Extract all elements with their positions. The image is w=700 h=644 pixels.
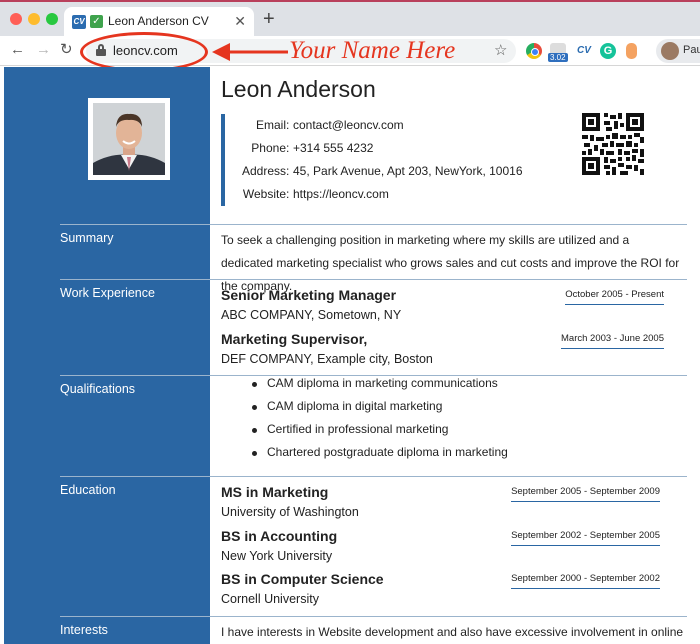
minimize-window-button[interactable]: [28, 13, 40, 25]
contact-label: Address: [241, 164, 286, 178]
checkmark-icon: ✓: [90, 15, 103, 28]
job-dates: March 2003 - June 2005: [561, 333, 664, 349]
phone-value: +314 555 4232: [293, 141, 374, 155]
star-icon[interactable]: ☆: [494, 41, 507, 59]
close-window-button[interactable]: [10, 13, 22, 25]
grammar-extension-icon[interactable]: G: [600, 43, 616, 59]
website-link[interactable]: https://leoncv.com: [293, 187, 389, 201]
school-name: University of Washington: [221, 505, 359, 519]
job-company: ABC COMPANY, Sometown, NY: [221, 308, 402, 322]
summary-label: Summary: [60, 231, 114, 245]
section-divider: [60, 279, 687, 280]
avatar: [661, 42, 679, 60]
education-dates: September 2000 - September 2002: [511, 573, 660, 589]
address-value: 45, Park Avenue, Apt 203, NewYork, 10016: [293, 164, 523, 178]
tab-bar: CV ✓ Leon Anderson CV ✕ +: [0, 0, 700, 38]
education-label: Education: [60, 483, 116, 497]
interests-label: Interests: [60, 623, 108, 637]
cv-extension-icon[interactable]: CV: [576, 43, 592, 59]
annotation-arrow-icon: [212, 43, 288, 61]
contact-label: Website: [242, 187, 286, 201]
close-icon[interactable]: ✕: [234, 13, 246, 30]
contact-label: Phone: [251, 141, 286, 155]
job-title: Senior Marketing Manager: [221, 287, 397, 303]
section-divider: [60, 476, 687, 477]
education-dates: September 2005 - September 2009: [511, 486, 660, 502]
extension-badge: 3.02: [548, 53, 568, 62]
cv-page: Leon Anderson Email : contact@leoncv.com…: [0, 67, 700, 644]
list-item: CAM diploma in marketing communications: [252, 376, 508, 399]
tab-title: Leon Anderson CV: [108, 14, 209, 28]
profile-photo: [88, 98, 170, 180]
reload-icon[interactable]: ↻: [60, 40, 73, 58]
chrome-extension-icon[interactable]: [526, 43, 542, 59]
list-item: Certified in professional marketing: [252, 422, 508, 445]
degree-title: BS in Computer Science: [221, 571, 384, 587]
plus-icon[interactable]: +: [263, 9, 275, 29]
education-dates: September 2002 - September 2005: [511, 530, 660, 546]
cv-favicon-icon: CV: [72, 15, 86, 29]
contact-label: Email: [255, 118, 286, 132]
degree-title: MS in Marketing: [221, 484, 329, 500]
profile-name: Pau: [683, 44, 700, 56]
work-experience-label: Work Experience: [60, 286, 155, 300]
cv-name: Leon Anderson: [221, 76, 376, 102]
interests-text: I have interests in Website development …: [221, 625, 684, 639]
portrait-image: [93, 103, 165, 175]
maximize-window-button[interactable]: [46, 13, 58, 25]
list-item: CAM diploma in digital marketing: [252, 399, 508, 422]
annotation-text: Your Name Here: [289, 37, 456, 64]
school-name: Cornell University: [221, 592, 319, 606]
degree-title: BS in Accounting: [221, 528, 338, 544]
section-divider: [60, 224, 687, 225]
list-item: Chartered postgraduate diploma in market…: [252, 445, 508, 468]
job-company: DEF COMPANY, Example city, Boston: [221, 352, 433, 366]
annotation-oval: [80, 32, 208, 72]
qualifications-label: Qualifications: [60, 382, 136, 396]
qr-code-icon: [582, 113, 644, 175]
school-name: New York University: [221, 549, 333, 563]
section-divider: [60, 616, 687, 617]
back-arrow-icon[interactable]: ←: [10, 41, 25, 58]
job-title: Marketing Supervisor,: [221, 331, 368, 347]
email-value[interactable]: contact@leoncv.com: [293, 118, 404, 132]
profile-button[interactable]: Pau: [656, 39, 700, 63]
bottle-extension-icon[interactable]: [626, 43, 637, 59]
forward-arrow-icon[interactable]: →: [36, 41, 51, 58]
contact-accent-bar: [221, 114, 225, 206]
qualifications-list: CAM diploma in marketing communications …: [252, 376, 508, 468]
job-dates: October 2005 - Present: [565, 289, 664, 305]
